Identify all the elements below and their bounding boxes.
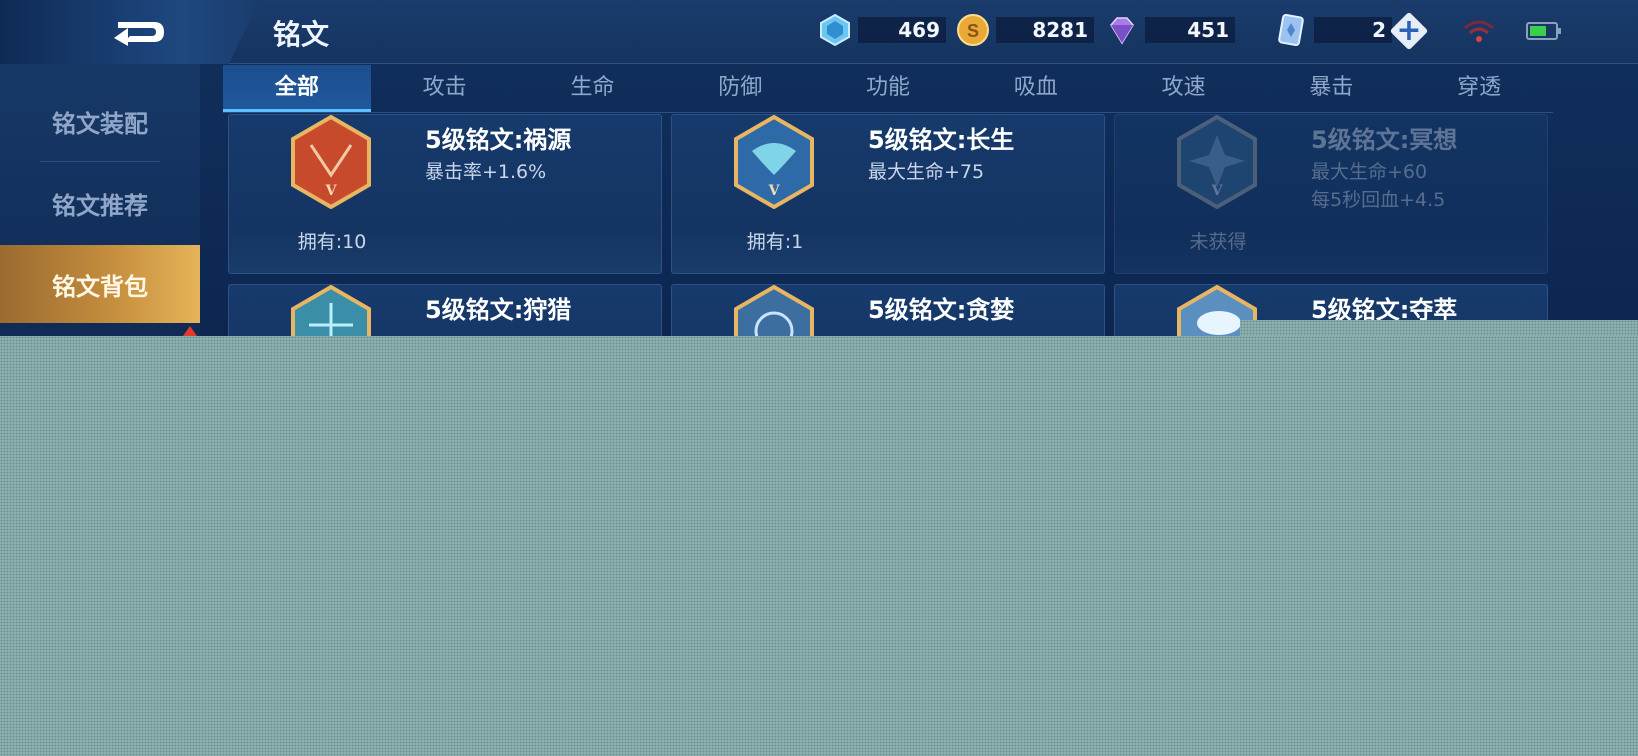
gold-count: 8281 <box>996 17 1094 43</box>
blue-crystal-icon <box>820 13 850 47</box>
rune-stat: 最大生命+75 <box>868 161 985 183</box>
rune-card[interactable]: 5级铭文:贪婪 <box>671 284 1105 336</box>
rune-emblem-icon: V <box>734 115 814 209</box>
tab-utility[interactable]: 功能 <box>814 65 962 112</box>
sidebar: 铭文装配 铭文推荐 铭文背包 <box>0 64 200 336</box>
category-tabs: 全部 攻击 生命 防御 功能 吸血 攻速 暴击 穿透 <box>223 65 1553 113</box>
tab-critical[interactable]: 暴击 <box>1257 65 1405 112</box>
card-count: 2 <box>1314 17 1392 43</box>
rune-name: 5级铭文:贪婪 <box>868 296 1015 324</box>
sidebar-divider <box>40 161 160 162</box>
rune-card[interactable]: 5级铭文:狩猎 <box>228 284 662 336</box>
occlusion-overlay <box>1240 320 1638 336</box>
rune-emblem-icon <box>291 285 371 336</box>
svg-text:V: V <box>768 183 781 199</box>
rune-name: 5级铭文:祸源 <box>425 126 572 154</box>
rune-owned-count: 拥有:10 <box>297 231 367 253</box>
resource-gold: S 8281 <box>956 14 1094 46</box>
card-ticket-icon <box>1278 13 1304 47</box>
battery-icon <box>1526 22 1561 40</box>
rune-owned-count: 拥有:1 <box>746 231 804 253</box>
tab-attack-speed[interactable]: 攻速 <box>1110 65 1258 112</box>
resource-diamond: 451 <box>1105 14 1235 46</box>
tab-attack[interactable]: 攻击 <box>371 65 519 112</box>
tab-defense[interactable]: 防御 <box>666 65 814 112</box>
occlusion-overlay <box>0 336 1638 756</box>
tab-health[interactable]: 生命 <box>519 65 667 112</box>
svg-text:S: S <box>967 21 979 41</box>
wifi-icon <box>1464 20 1494 42</box>
rune-emblem-icon: V <box>291 115 371 209</box>
resource-crystal: 469 <box>818 13 946 47</box>
rune-name: 5级铭文:狩猎 <box>425 296 572 324</box>
tab-lifesteal[interactable]: 吸血 <box>962 65 1110 112</box>
rune-stat: 暴击率+1.6% <box>425 161 547 183</box>
rune-stat: 每5秒回血+4.5 <box>1311 189 1446 211</box>
tab-penetration[interactable]: 穿透 <box>1405 65 1553 112</box>
rune-emblem-icon <box>734 285 814 336</box>
runes-screen: 铭文 469 S 8281 451 2 + 铭文装配 铭文推荐 铭文背包 全部 … <box>0 0 1638 336</box>
rune-owned-status: 未获得 <box>1189 231 1247 253</box>
diamond-count: 451 <box>1145 17 1235 43</box>
notification-badge <box>183 326 197 336</box>
top-bar: 铭文 469 S 8281 451 2 + <box>0 0 1638 64</box>
rune-name: 5级铭文:冥想 <box>1311 126 1458 154</box>
rune-name: 5级铭文:长生 <box>868 126 1015 154</box>
rune-card[interactable]: V 5级铭文:长生 最大生命+75 拥有:1 <box>671 114 1105 274</box>
resource-card: 2 <box>1274 13 1392 47</box>
purple-diamond-icon <box>1110 17 1134 45</box>
page-title: 铭文 <box>273 18 330 51</box>
svg-text:V: V <box>325 183 338 199</box>
back-icon[interactable] <box>110 14 170 50</box>
rune-stat: 最大生命+60 <box>1311 161 1428 183</box>
gold-coin-icon: S <box>957 14 989 46</box>
sidebar-item-rune-bag[interactable]: 铭文背包 <box>0 245 200 323</box>
rune-emblem-icon: V <box>1177 115 1257 209</box>
plus-icon[interactable]: + <box>1396 12 1422 50</box>
rune-card-locked[interactable]: V 5级铭文:冥想 最大生命+60 每5秒回血+4.5 未获得 <box>1114 114 1548 274</box>
rune-card[interactable]: V 5级铭文:祸源 暴击率+1.6% 拥有:10 <box>228 114 662 274</box>
sidebar-item-rune-recommend[interactable]: 铭文推荐 <box>0 164 200 242</box>
svg-text:V: V <box>1211 183 1224 199</box>
tab-all[interactable]: 全部 <box>223 65 371 112</box>
sidebar-item-rune-equip[interactable]: 铭文装配 <box>0 82 200 160</box>
crystal-count: 469 <box>858 17 946 43</box>
